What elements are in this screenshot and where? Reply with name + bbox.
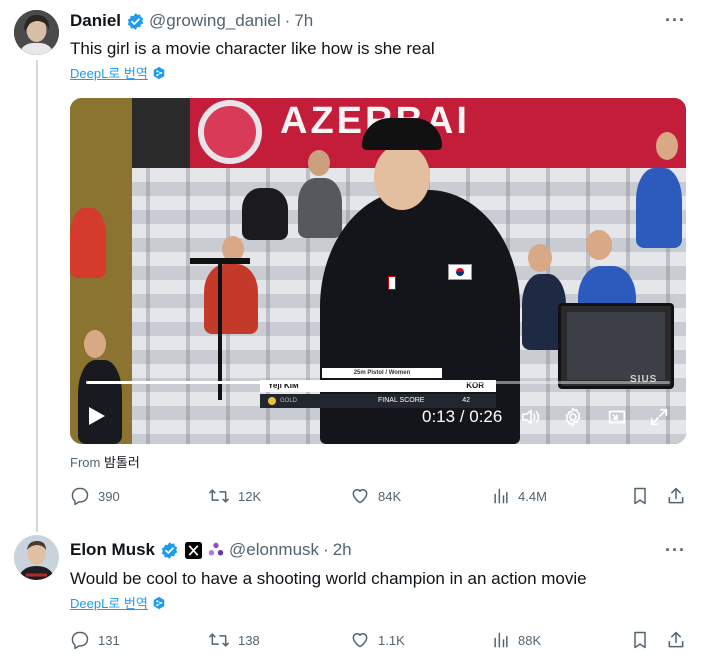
volume-icon[interactable] — [520, 406, 542, 428]
author-name[interactable]: Elon Musk — [70, 540, 155, 560]
score-row: GOLD FINAL SCORE 42 — [260, 394, 496, 408]
deepl-icon — [153, 66, 165, 79]
fila-logo — [388, 276, 396, 290]
avatar[interactable] — [14, 10, 59, 55]
heart-icon — [352, 633, 368, 648]
like-count: 84K — [378, 488, 402, 504]
translate-label: DeepL로 번역 — [70, 66, 148, 81]
reply-count: 131 — [98, 632, 120, 648]
spectator — [70, 208, 106, 278]
korea-flag-emblem — [456, 268, 464, 276]
avatar[interactable] — [14, 535, 59, 580]
banner-logo — [198, 100, 262, 164]
settings-gear-icon[interactable] — [562, 406, 584, 428]
x-affiliate-icon[interactable] — [185, 541, 203, 559]
reply-button[interactable]: 131 — [70, 630, 120, 650]
spectator — [636, 168, 682, 248]
spectator-head — [586, 230, 612, 260]
tweet-actions: 131 138 1.1K 88K — [70, 630, 690, 654]
verified-badge-icon — [127, 12, 144, 30]
video-progress-fill — [86, 381, 378, 384]
spectator-head — [528, 244, 552, 272]
picture-in-picture-icon[interactable] — [606, 406, 628, 428]
bookmark-icon[interactable] — [630, 630, 650, 650]
athlete-cap — [362, 118, 442, 150]
separator-dot: · — [323, 540, 329, 559]
separator-dot: · — [284, 11, 291, 30]
tweet-header: Elon Musk @elonmusk · 2h — [70, 540, 352, 560]
from-label: From — [70, 455, 101, 470]
translate-link[interactable]: DeepL로 번역 — [70, 63, 166, 82]
video-progress-bar[interactable] — [86, 381, 670, 384]
fullscreen-icon[interactable] — [648, 406, 670, 428]
repost-count: 12K — [238, 488, 262, 504]
bookmark-icon[interactable] — [630, 486, 650, 506]
heart-icon — [352, 489, 368, 504]
spectator — [204, 264, 258, 334]
views-icon — [494, 488, 508, 504]
reply-button[interactable]: 390 — [70, 486, 120, 506]
deepl-icon — [153, 596, 165, 609]
like-count: 1.1K — [378, 632, 405, 648]
video-player[interactable]: AZERBAI SIUS 25m Pistol / Women Yeji KIM… — [70, 98, 686, 444]
translate-label: DeepL로 번역 — [70, 596, 148, 611]
gov-affiliation-icon — [208, 542, 224, 556]
spectator — [242, 188, 288, 240]
source-attribution: From 밤톨러 — [70, 452, 140, 471]
author-handle[interactable]: @elonmusk — [229, 540, 319, 560]
pistol-stand — [218, 260, 222, 400]
athlete-head — [374, 144, 430, 210]
tweet-actions: 390 12K 84K 4.4M — [70, 486, 690, 510]
more-options-icon[interactable]: ··· — [665, 540, 686, 561]
tweet-text: Would be cool to have a shooting world c… — [70, 569, 587, 588]
repost-icon — [209, 489, 229, 503]
author-handle[interactable]: @growing_daniel — [149, 11, 281, 31]
score-value: 42 — [462, 397, 470, 404]
share-icon[interactable] — [666, 630, 686, 650]
spectator-head — [308, 150, 330, 176]
video-time: 0:13 / 0:26 — [422, 407, 503, 426]
views-button[interactable]: 88K — [492, 630, 541, 650]
spectator — [78, 360, 122, 444]
reply-count: 390 — [98, 488, 120, 504]
reply-icon — [71, 631, 89, 650]
repost-icon — [209, 633, 229, 647]
repost-count: 138 — [238, 632, 260, 648]
spectator-head — [84, 330, 106, 358]
author-name[interactable]: Daniel — [70, 11, 121, 31]
reply-icon — [71, 487, 89, 506]
thread-line — [36, 60, 38, 532]
repost-button[interactable]: 12K — [208, 486, 261, 506]
spectator-head — [656, 132, 678, 160]
repost-button[interactable]: 138 — [208, 630, 260, 650]
medal-label: GOLD — [280, 398, 298, 404]
score-label: FINAL SCORE — [378, 397, 425, 404]
tweet-header: Daniel @growing_daniel · 7h — [70, 11, 313, 31]
pistol-stand-top — [190, 258, 250, 264]
views-count: 88K — [518, 632, 542, 648]
translate-link[interactable]: DeepL로 번역 — [70, 593, 166, 612]
views-count: 4.4M — [518, 488, 547, 504]
views-icon — [494, 632, 508, 648]
play-icon[interactable] — [88, 406, 106, 426]
more-options-icon[interactable]: ··· — [665, 10, 686, 31]
tweet-text: This girl is a movie character like how … — [70, 39, 435, 58]
spectator — [298, 178, 342, 238]
from-source-link[interactable]: 밤톨러 — [104, 455, 140, 470]
event-label: 25m Pistol / Women — [322, 368, 442, 378]
verified-badge-icon — [161, 541, 178, 559]
timestamp[interactable]: 7h — [294, 11, 313, 31]
like-button[interactable]: 84K — [350, 486, 401, 506]
like-button[interactable]: 1.1K — [350, 630, 405, 650]
gold-medal-icon — [268, 397, 276, 405]
views-button[interactable]: 4.4M — [492, 486, 547, 506]
timestamp[interactable]: 2h — [333, 540, 352, 560]
share-icon[interactable] — [666, 486, 686, 506]
